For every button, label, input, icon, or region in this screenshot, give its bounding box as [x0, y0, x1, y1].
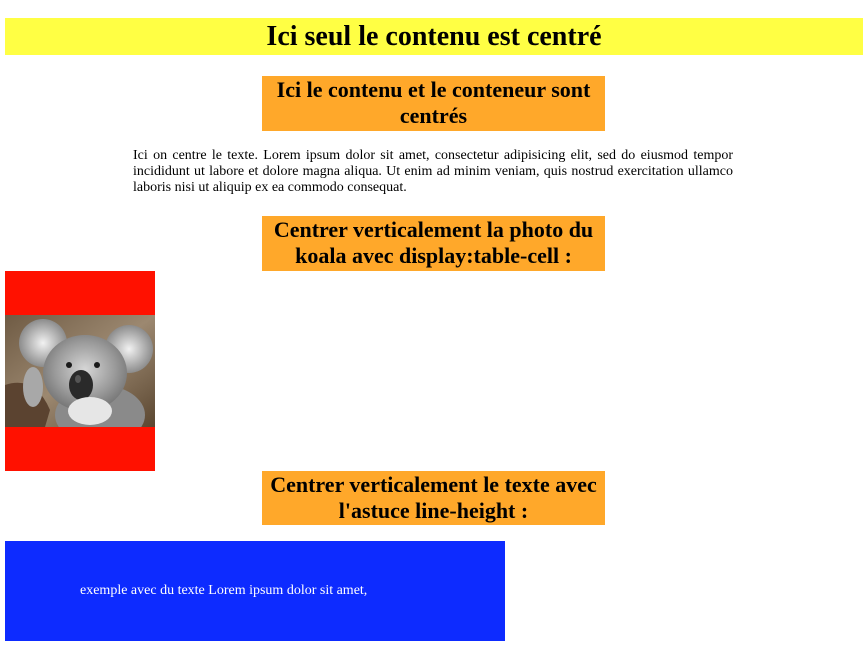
photo-heading: Centrer verticalement la photo du koala …	[262, 216, 605, 271]
main-heading-bar: Ici seul le contenu est centré	[5, 18, 863, 55]
text-heading: Centrer verticalement le texte avec l'as…	[262, 471, 605, 525]
koala-cell-inner	[5, 271, 155, 471]
centered-paragraph: Ici on centre le texte. Lorem ipsum dolo…	[133, 148, 733, 195]
main-heading: Ici seul le contenu est centré	[266, 20, 602, 52]
koala-image	[5, 315, 155, 427]
centered-heading: Ici le contenu et le conteneur sont cent…	[262, 76, 605, 131]
blue-box-text: exemple avec du texte Lorem ipsum dolor …	[80, 583, 368, 598]
blue-line-height-box: exemple avec du texte Lorem ipsum dolor …	[5, 541, 505, 641]
koala-table-cell	[5, 271, 155, 471]
